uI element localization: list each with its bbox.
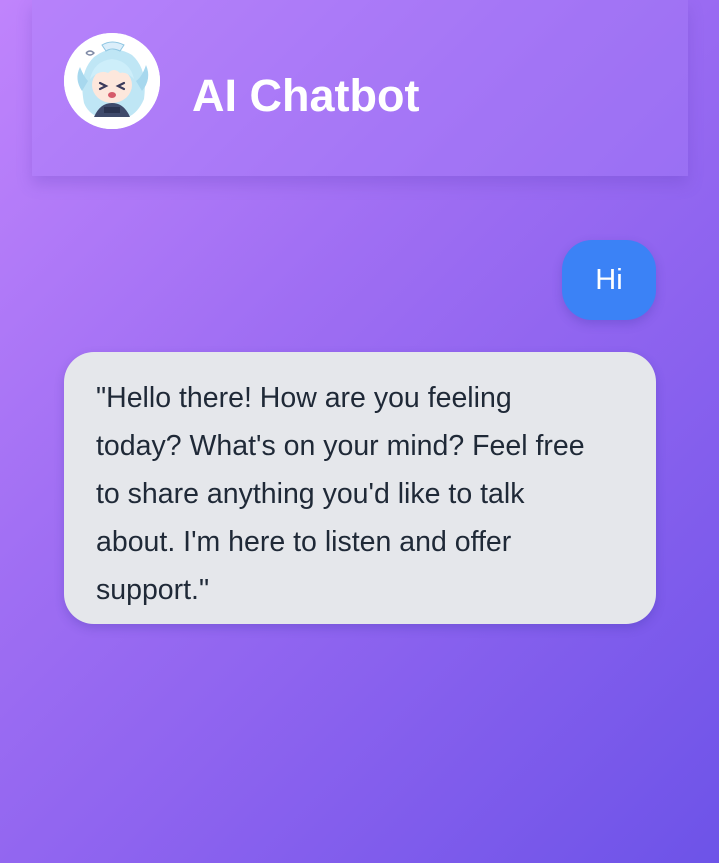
- page-title: AI Chatbot: [192, 70, 420, 121]
- bot-message-bubble: "Hello there! How are you feeling today?…: [64, 352, 656, 624]
- user-message-bubble: Hi: [562, 240, 656, 320]
- bot-avatar: [64, 33, 160, 129]
- chat-header: AI Chatbot: [32, 0, 688, 176]
- anime-character-avatar-icon: [64, 33, 160, 129]
